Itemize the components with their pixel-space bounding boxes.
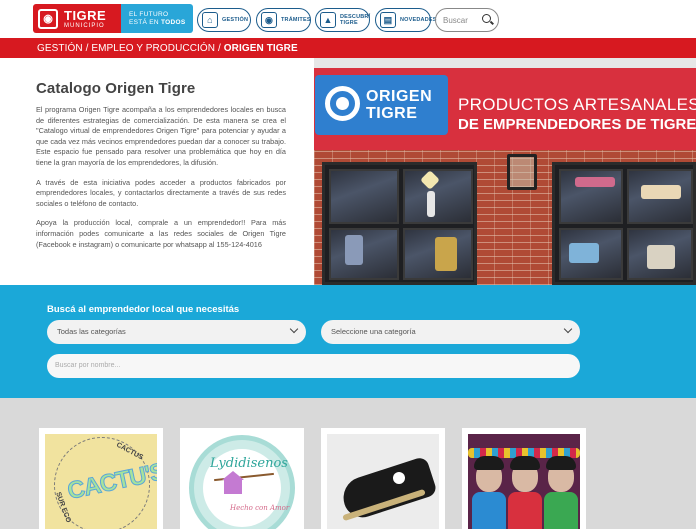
origen-tigre-logo: ORIGEN TIGRE bbox=[315, 75, 448, 135]
sign-text-1: PRODUCTOS ARTESANALES bbox=[458, 95, 696, 114]
newspaper-icon: ▤ bbox=[380, 12, 396, 28]
filter-section: Buscá al emprendedor local que necesitás… bbox=[0, 285, 696, 398]
select-value: Seleccione una categoría bbox=[331, 327, 416, 336]
dolls-product-image bbox=[468, 434, 580, 529]
entrepreneur-card[interactable]: CACTU'S CACTUS SUR ECO bbox=[39, 428, 163, 529]
nav-label: TRÁMITES bbox=[281, 17, 311, 23]
slogan-line1: EL FUTURO bbox=[129, 11, 169, 18]
shop-window-left bbox=[322, 162, 477, 285]
nav-novedades[interactable]: ▤ NOVEDADES bbox=[375, 8, 436, 32]
category-select-all[interactable]: Todas las categorías bbox=[47, 320, 306, 344]
category-select[interactable]: Seleccione una categoría bbox=[321, 320, 580, 344]
wall-lamp bbox=[507, 154, 537, 190]
logo-subtitle: MUNICIPIO bbox=[64, 22, 105, 29]
nav-label: DESCUBRÍ TIGRE bbox=[340, 14, 371, 26]
shop-window-right bbox=[552, 162, 696, 285]
birdhouse-icon bbox=[222, 471, 244, 494]
intro-paragraph-2: A través de esta iniciativa podes accede… bbox=[36, 177, 286, 208]
select-value: Todas las categorías bbox=[57, 327, 126, 336]
page-title: Catalogo Origen Tigre bbox=[36, 80, 196, 97]
intro-paragraph-1: El programa Origen Tigre acompaña a los … bbox=[36, 105, 286, 167]
card-image-text: Lydidisenos bbox=[210, 456, 288, 471]
breadcrumb: GESTIÓN / EMPLEO Y PRODUCCIÓN / ORIGEN T… bbox=[0, 38, 696, 58]
entrepreneur-card[interactable]: Lydidisenos Hecho con Amor bbox=[180, 428, 304, 529]
storefront-photo: ORIGEN TIGRE PRODUCTOS ARTESANALES DE EM… bbox=[314, 58, 696, 285]
lydidisenos-logo-image: Lydidisenos Hecho con Amor bbox=[186, 434, 298, 529]
building-icon: ⌂ bbox=[202, 12, 218, 28]
cactus-logo-image: CACTU'S CACTUS SUR ECO bbox=[45, 434, 157, 529]
nav-label: NOVEDADES bbox=[400, 17, 437, 23]
name-search-input[interactable]: Buscar por nombre... bbox=[47, 354, 580, 378]
shoe-product-image bbox=[327, 434, 439, 529]
museum-icon: ▲ bbox=[320, 12, 336, 28]
entrepreneur-card[interactable] bbox=[321, 428, 445, 529]
intro-section: Catalogo Origen Tigre El programa Origen… bbox=[36, 80, 286, 259]
filter-label: Buscá al emprendedor local que necesitás bbox=[47, 304, 240, 315]
entrepreneur-grid: CACTU'S CACTUS SUR ECO Lydidisenos Hecho… bbox=[0, 398, 696, 529]
logo-title: TIGRE bbox=[64, 7, 107, 23]
tigre-logo[interactable]: ◉ TIGRE MUNICIPIO bbox=[33, 4, 121, 33]
name-placeholder: Buscar por nombre... bbox=[55, 362, 121, 369]
search-input[interactable]: Buscar bbox=[435, 8, 499, 32]
search-icon[interactable] bbox=[482, 14, 491, 23]
chevron-down-icon bbox=[289, 324, 299, 334]
car-icon: ◉ bbox=[261, 12, 277, 28]
slogan-badge: EL FUTURO ESTÁ EN TODOS bbox=[121, 4, 193, 33]
nav-descubri-tigre[interactable]: ▲ DESCUBRÍ TIGRE bbox=[315, 8, 370, 32]
sign-logo-line2: TIGRE bbox=[366, 105, 418, 122]
chevron-down-icon bbox=[563, 324, 573, 334]
breadcrumb-current: ORIGEN TIGRE bbox=[223, 43, 298, 54]
sign-logo-line1: ORIGEN bbox=[366, 88, 433, 105]
sign-text-2: DE EMPRENDEDORES DE TIGRE bbox=[458, 116, 696, 133]
nav-gestion[interactable]: ⌂ GESTIÓN bbox=[197, 8, 251, 32]
nav-label: GESTIÓN bbox=[222, 17, 249, 23]
tiger-icon: ◉ bbox=[38, 8, 58, 29]
card-image-small: Hecho con Amor bbox=[230, 504, 290, 512]
site-header: ◉ TIGRE MUNICIPIO EL FUTURO ESTÁ EN TODO… bbox=[0, 0, 696, 38]
search-placeholder: Buscar bbox=[443, 15, 468, 25]
slogan-bold: TODOS bbox=[161, 19, 186, 26]
breadcrumb-path[interactable]: GESTIÓN / EMPLEO Y PRODUCCIÓN / bbox=[37, 43, 224, 54]
nav-tramites[interactable]: ◉ TRÁMITES bbox=[256, 8, 311, 32]
intro-paragraph-3: Apoya la producción local, comprale a un… bbox=[36, 218, 286, 249]
entrepreneur-card[interactable] bbox=[462, 428, 586, 529]
logo-circle-icon bbox=[325, 86, 360, 121]
slogan-line2: ESTÁ EN bbox=[129, 19, 159, 26]
